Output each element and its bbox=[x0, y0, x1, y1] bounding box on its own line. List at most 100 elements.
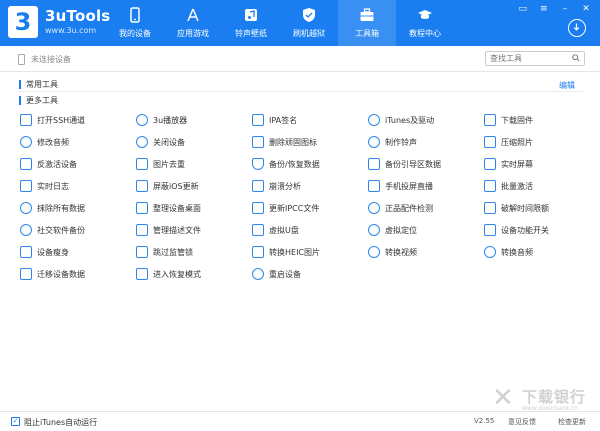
tool-label: 虚拟U盘 bbox=[269, 226, 299, 235]
image-icon bbox=[136, 158, 148, 170]
nav-flash-jailbreak[interactable]: 刷机越狱 bbox=[280, 0, 338, 46]
toolbox-icon bbox=[360, 8, 374, 21]
device-status: 未连接设备 bbox=[31, 55, 71, 64]
tool-label: 跳过监管锁 bbox=[153, 248, 193, 257]
music-icon bbox=[245, 9, 257, 21]
download-icon bbox=[573, 23, 580, 31]
heic-icon bbox=[252, 246, 264, 258]
profile-icon bbox=[136, 224, 148, 236]
nav-tutorials[interactable]: 教程中心 bbox=[396, 0, 454, 46]
nav-label: 应用游戏 bbox=[177, 29, 209, 38]
tool-label: 转换视频 bbox=[385, 248, 417, 257]
watermark-logo-icon: ✕ bbox=[492, 383, 514, 413]
tool-label: IPA签名 bbox=[269, 116, 298, 125]
batch-icon bbox=[484, 180, 496, 192]
divider bbox=[18, 91, 584, 92]
search-icon[interactable] bbox=[572, 54, 580, 62]
device-icon bbox=[18, 54, 25, 65]
tool-label: 反激活设备 bbox=[37, 160, 77, 169]
crash-icon bbox=[252, 180, 264, 192]
tool-label: 3u播放器 bbox=[153, 116, 188, 125]
deactivate-icon bbox=[20, 158, 32, 170]
ipa-icon bbox=[252, 114, 264, 126]
tool-label: 转换HEIC图片 bbox=[269, 248, 321, 257]
feedback-link[interactable]: 意见反馈 bbox=[508, 417, 536, 427]
section-more-tools: 更多工具 bbox=[19, 96, 58, 105]
power-icon bbox=[136, 136, 148, 148]
block-itunes-checkbox[interactable]: ✓ bbox=[11, 417, 20, 426]
menu-icon[interactable]: ≡ bbox=[538, 3, 550, 15]
nav-label: 教程中心 bbox=[409, 29, 441, 38]
hourglass-icon bbox=[484, 202, 496, 214]
tool-label: 关闭设备 bbox=[153, 138, 185, 147]
nav-apps-games[interactable]: 应用游戏 bbox=[164, 0, 222, 46]
nav-ringtones[interactable]: 铃声壁纸 bbox=[222, 0, 280, 46]
firmware-icon bbox=[484, 114, 496, 126]
udisk-icon bbox=[252, 224, 264, 236]
tool-label: 虚拟定位 bbox=[385, 226, 417, 235]
tool-label: 管理描述文件 bbox=[153, 226, 201, 235]
backup-icon bbox=[252, 158, 264, 170]
device-bar: 未连接设备 bbox=[0, 46, 600, 72]
itunes-icon bbox=[368, 114, 380, 126]
status-bar: ✓ 阻止iTunes自动运行 V2.55 意见反馈 检查更新 bbox=[0, 411, 600, 431]
app-logo: 3 bbox=[8, 6, 38, 38]
tool-label: 批量激活 bbox=[501, 182, 533, 191]
nav-label: 刷机越狱 bbox=[293, 29, 325, 38]
app-window: { "app": {"name": "3uTools", "url": "www… bbox=[0, 0, 600, 431]
tool-label: 更新IPCC文件 bbox=[269, 204, 320, 213]
tool-label: 打开SSH通道 bbox=[37, 116, 86, 125]
trash-icon bbox=[252, 136, 264, 148]
bell-icon bbox=[368, 136, 380, 148]
chat-icon bbox=[20, 224, 32, 236]
toggle-icon bbox=[484, 224, 496, 236]
grid-icon bbox=[136, 202, 148, 214]
ssh-icon bbox=[20, 114, 32, 126]
app-url: www.3u.com bbox=[45, 26, 97, 35]
tool-label: iTunes及驱动 bbox=[385, 116, 435, 125]
download-manager-button[interactable] bbox=[568, 19, 586, 37]
tool-label: 抹除所有数据 bbox=[37, 204, 85, 213]
watermark-title: 下载银行 bbox=[522, 388, 587, 406]
minimize-button[interactable]: – bbox=[559, 3, 571, 15]
nav-label: 铃声壁纸 bbox=[235, 29, 267, 38]
close-button[interactable]: ✕ bbox=[580, 3, 592, 15]
video-icon bbox=[368, 246, 380, 258]
erase-icon bbox=[20, 202, 32, 214]
tool-label: 转换音频 bbox=[501, 248, 533, 257]
screen-icon bbox=[484, 158, 496, 170]
block-itunes-label[interactable]: 阻止iTunes自动运行 bbox=[24, 417, 97, 428]
recovery-icon bbox=[136, 268, 148, 280]
restart-icon bbox=[252, 268, 264, 280]
check-icon bbox=[368, 202, 380, 214]
window-controls: ▭ ≡ – ✕ bbox=[513, 3, 592, 15]
tool-label: 设备瘦身 bbox=[37, 248, 69, 257]
tool-label: 正品配件检测 bbox=[385, 204, 433, 213]
shield-icon bbox=[303, 8, 315, 22]
check-update-link[interactable]: 检查更新 bbox=[558, 417, 586, 427]
slim-icon bbox=[20, 246, 32, 258]
tool-label: 屏蔽iOS更新 bbox=[153, 182, 199, 191]
tool-label: 破解时间限额 bbox=[501, 204, 549, 213]
tool-label: 删除顽固图标 bbox=[269, 138, 317, 147]
cast-icon bbox=[368, 180, 380, 192]
search-input[interactable] bbox=[485, 51, 585, 66]
lock-icon bbox=[136, 246, 148, 258]
tool-label: 图片去重 bbox=[153, 160, 185, 169]
migrate-icon bbox=[20, 268, 32, 280]
edit-link[interactable]: 编辑 bbox=[559, 80, 575, 91]
tool-label: 修改音频 bbox=[37, 138, 69, 147]
section-common-tools: 常用工具 bbox=[19, 80, 58, 89]
nav-my-device[interactable]: 我的设备 bbox=[106, 0, 164, 46]
photo-icon bbox=[484, 136, 496, 148]
tool-label: 手机投屏直播 bbox=[385, 182, 433, 191]
top-bar: 3 3uTools www.3u.com 我的设备 应用游戏 铃声壁纸 刷机越狱… bbox=[0, 0, 600, 46]
play-icon bbox=[136, 114, 148, 126]
tool-label: 制作铃声 bbox=[385, 138, 417, 147]
nav-toolbox[interactable]: 工具箱 bbox=[338, 0, 396, 46]
tool-label: 实时屏幕 bbox=[501, 160, 533, 169]
app-store-icon bbox=[187, 8, 199, 22]
tool-label: 整理设备桌面 bbox=[153, 204, 201, 213]
graduation-cap-icon bbox=[418, 10, 432, 19]
skin-icon[interactable]: ▭ bbox=[517, 3, 529, 15]
